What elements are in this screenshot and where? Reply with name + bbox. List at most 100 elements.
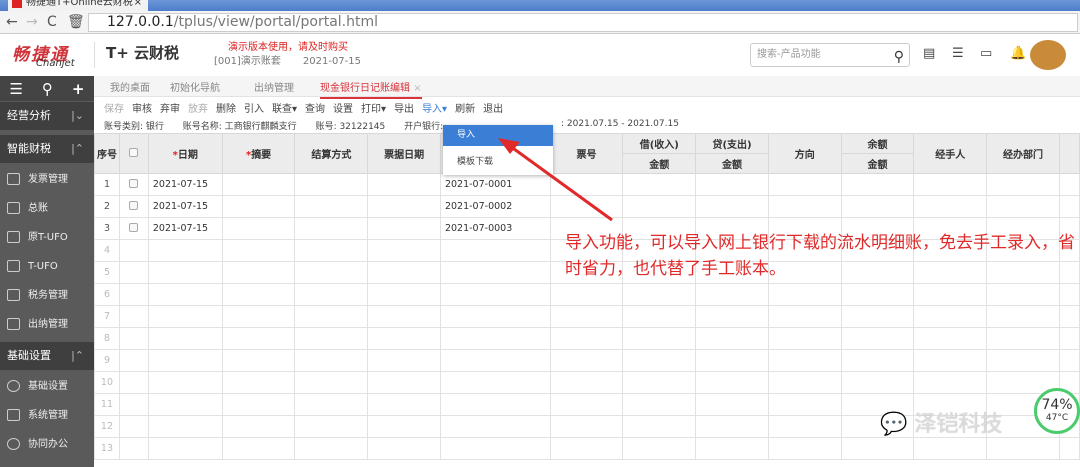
customer-service-avatar[interactable] (1030, 40, 1066, 70)
cell[interactable] (549, 393, 624, 416)
cell[interactable] (622, 371, 697, 394)
cell[interactable] (439, 261, 551, 284)
cell[interactable] (294, 283, 369, 306)
cell[interactable] (913, 371, 988, 394)
save-button[interactable]: 保存 (104, 100, 124, 115)
cell[interactable] (221, 349, 296, 372)
cell[interactable] (913, 349, 988, 372)
cell[interactable] (986, 173, 1060, 196)
cell[interactable] (695, 371, 769, 394)
cell[interactable] (221, 283, 296, 306)
checkbox[interactable] (129, 222, 139, 232)
sidebar-item-collab[interactable]: 协同办公 (0, 430, 94, 459)
sidebar-group-settings[interactable]: 基础设置 |⌃ (0, 342, 94, 370)
sidebar-item-tufo[interactable]: T-UFO (0, 252, 94, 281)
performance-gauge[interactable]: 74% 47°C (1034, 388, 1080, 434)
cell[interactable] (221, 415, 296, 438)
cell[interactable] (367, 283, 441, 306)
menu-item-import[interactable]: 导入 (443, 125, 553, 146)
cell[interactable] (622, 437, 697, 460)
row-select[interactable] (118, 195, 149, 218)
cell[interactable] (986, 283, 1060, 306)
cell[interactable] (767, 327, 842, 350)
cell[interactable] (840, 305, 915, 328)
cell[interactable] (695, 349, 769, 372)
tab-journal-edit[interactable]: 现金银行日记账编辑 × (320, 79, 422, 99)
cell[interactable] (147, 349, 223, 372)
sidebar-item-cashier[interactable]: 出纳管理 (0, 310, 94, 339)
cell[interactable] (221, 195, 296, 218)
cell[interactable] (767, 371, 842, 394)
cell[interactable] (367, 261, 441, 284)
discard-button[interactable]: 放弃 (188, 100, 208, 115)
cell[interactable] (367, 327, 441, 350)
cell[interactable] (767, 349, 842, 372)
cell[interactable] (986, 349, 1060, 372)
cell[interactable] (913, 173, 988, 196)
cell[interactable] (118, 437, 149, 460)
cell[interactable] (367, 349, 441, 372)
cell[interactable] (1058, 283, 1080, 306)
cell[interactable] (1058, 437, 1080, 460)
import-in-button[interactable]: 引入 (244, 100, 264, 115)
cell[interactable] (549, 349, 624, 372)
cell[interactable] (221, 327, 296, 350)
cell[interactable] (622, 415, 697, 438)
cell[interactable] (439, 393, 551, 416)
cell[interactable] (1058, 173, 1080, 196)
cell[interactable] (1058, 305, 1080, 328)
cell[interactable] (118, 283, 149, 306)
bell-icon[interactable]: 🔔 (1010, 46, 1026, 61)
reload-icon[interactable]: C (47, 14, 57, 30)
sidebar-item-system[interactable]: 系统管理 (0, 401, 94, 430)
tab-cashier[interactable]: 出纳管理 (254, 79, 294, 94)
cell[interactable] (221, 393, 296, 416)
checklist-icon[interactable]: ☰ (952, 46, 964, 61)
cell[interactable] (294, 239, 369, 262)
cell[interactable] (767, 437, 842, 460)
cell[interactable] (118, 415, 149, 438)
cell[interactable] (147, 371, 223, 394)
cell[interactable] (147, 327, 223, 350)
cell[interactable] (294, 305, 369, 328)
cell[interactable] (367, 239, 441, 262)
cell[interactable] (840, 371, 915, 394)
cell[interactable] (118, 261, 149, 284)
cell[interactable] (986, 195, 1060, 218)
cell[interactable] (767, 195, 842, 218)
exit-button[interactable]: 退出 (483, 100, 503, 115)
cell[interactable] (439, 239, 551, 262)
cell[interactable] (147, 261, 223, 284)
cell[interactable] (549, 173, 624, 196)
cell[interactable] (1058, 195, 1080, 218)
table-row[interactable]: 10 (94, 371, 1080, 394)
search-icon[interactable]: ⚲ (894, 46, 904, 68)
cell[interactable] (118, 305, 149, 328)
cell[interactable] (367, 195, 441, 218)
table-row[interactable]: 13 (94, 437, 1080, 460)
settings-button[interactable]: 设置 (333, 100, 353, 115)
monitor-icon[interactable]: ▭ (980, 46, 992, 61)
cell-date[interactable]: 2021-07-15 (147, 217, 223, 240)
cell[interactable] (294, 195, 369, 218)
cell[interactable] (549, 371, 624, 394)
checkbox[interactable] (129, 200, 139, 210)
cell[interactable] (695, 173, 769, 196)
cell[interactable] (913, 305, 988, 328)
cell[interactable] (1058, 349, 1080, 372)
cell[interactable] (622, 173, 697, 196)
menu-item-template-download[interactable]: 模板下载 (457, 154, 493, 167)
cell[interactable] (913, 195, 988, 218)
cell[interactable] (439, 305, 551, 328)
add-icon[interactable]: + (72, 80, 85, 98)
cell[interactable] (549, 283, 624, 306)
cell[interactable] (294, 217, 369, 240)
sidebar-item-tax[interactable]: 税务管理 (0, 281, 94, 310)
cell-voucher[interactable]: 2021-07-0003 (439, 217, 551, 240)
cell[interactable] (840, 437, 915, 460)
cell[interactable] (622, 305, 697, 328)
cell[interactable] (367, 393, 441, 416)
cell[interactable] (1058, 327, 1080, 350)
demo-notice-link[interactable]: 演示版本使用，请及时购买 (228, 38, 348, 53)
cell[interactable] (767, 305, 842, 328)
